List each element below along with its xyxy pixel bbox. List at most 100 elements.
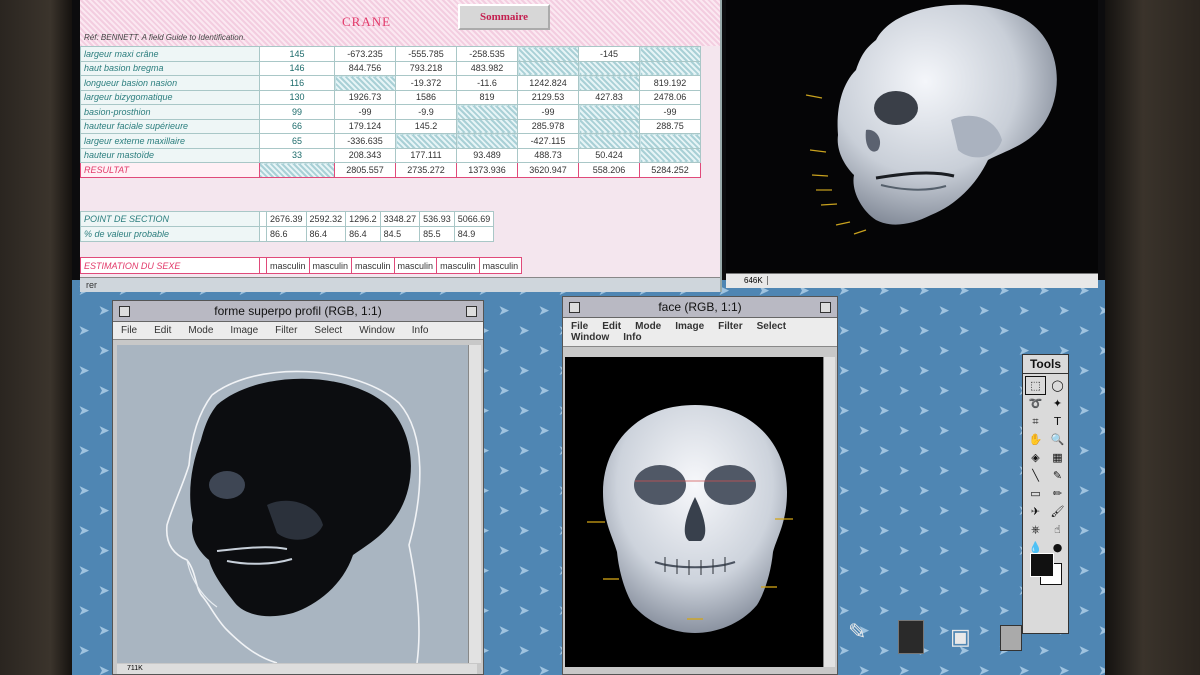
table-cell bbox=[578, 133, 640, 149]
desktop-pattern-fish-icon: ➤ bbox=[98, 303, 110, 319]
desktop-pattern-fish-icon: ➤ bbox=[878, 363, 890, 379]
menu-item-filter[interactable]: Filter bbox=[718, 321, 742, 332]
photoshop-dock-icon[interactable]: ✎ bbox=[848, 620, 866, 645]
camera-dock-icon[interactable]: ▣ bbox=[950, 625, 971, 650]
paintbrush-icon[interactable]: 🖌 bbox=[1048, 503, 1067, 520]
vertical-scrollbar[interactable] bbox=[468, 345, 481, 663]
menu-item-image[interactable]: Image bbox=[230, 325, 258, 336]
tools-palette[interactable]: Tools ⬚ ◯ ➰ ✦ ⌗ T ✋ 🔍 ◈ ▦ ╲ ✎ ▭ ✏ ✈ 🖌 ⎈ ☝ 💧 ● bbox=[1022, 354, 1069, 634]
measurement-value[interactable]: 65 bbox=[259, 133, 335, 149]
magic-wand-icon[interactable]: ✦ bbox=[1048, 395, 1067, 412]
hand-icon[interactable]: ✋ bbox=[1026, 431, 1045, 448]
marquee-ellipse-icon[interactable]: ◯ bbox=[1048, 377, 1067, 394]
menu-item-edit[interactable]: Edit bbox=[154, 325, 171, 336]
lasso-icon[interactable]: ➰ bbox=[1026, 395, 1045, 412]
bucket-icon[interactable]: ◈ bbox=[1026, 449, 1045, 466]
desktop-pattern-fish-icon: ➤ bbox=[78, 443, 90, 459]
measurement-value[interactable]: 146 bbox=[259, 60, 335, 76]
desktop-pattern-fish-icon: ➤ bbox=[978, 463, 990, 479]
table-cell: 93.489 bbox=[456, 147, 518, 163]
profile-superposition-window[interactable]: forme superpo profil (RGB, 1:1) File Edit… bbox=[112, 300, 484, 675]
zoom-box[interactable] bbox=[466, 306, 477, 317]
table-row: largeur maxi crâne 145 -673.235 -555.785 -25… bbox=[80, 46, 701, 62]
desktop-pattern-fish-icon: ➤ bbox=[498, 463, 510, 479]
menu-item-file[interactable]: File bbox=[571, 321, 588, 332]
desktop-pattern-fish-icon: ➤ bbox=[98, 423, 110, 439]
spreadsheet-window[interactable]: CRANE Sommaire Réf: BENNETT. A field Gui… bbox=[80, 0, 722, 292]
desktop-pattern-fish-icon: ➤ bbox=[1098, 343, 1105, 359]
gradient-icon[interactable]: ▦ bbox=[1048, 449, 1067, 466]
table-cell: -336.635 bbox=[334, 133, 396, 149]
smudge-icon[interactable]: ☝ bbox=[1048, 521, 1067, 538]
menu-item-window[interactable]: Window bbox=[571, 332, 609, 343]
measurement-value[interactable]: 99 bbox=[259, 104, 335, 120]
menu-item-info[interactable]: Info bbox=[623, 332, 641, 343]
window-title-bar[interactable]: face (RGB, 1:1) bbox=[563, 297, 837, 318]
menu-item-mode[interactable]: Mode bbox=[188, 325, 213, 336]
menu-item-edit[interactable]: Edit bbox=[602, 321, 621, 332]
desktop-pattern-fish-icon: ➤ bbox=[918, 443, 930, 459]
image-canvas[interactable] bbox=[117, 345, 469, 664]
close-box[interactable] bbox=[569, 302, 580, 313]
menu-item-window[interactable]: Window bbox=[359, 325, 395, 336]
menu-item-file[interactable]: File bbox=[121, 325, 137, 336]
pencil-icon[interactable]: ✏ bbox=[1048, 485, 1067, 502]
table-cell: 145.2 bbox=[395, 118, 457, 134]
skull-face-image bbox=[587, 405, 793, 633]
skull-3d-view[interactable]: 646K bbox=[726, 0, 1098, 288]
sommaire-button[interactable]: Sommaire bbox=[458, 4, 550, 30]
desktop-pattern-fish-icon: ➤ bbox=[538, 383, 550, 399]
measurement-value[interactable]: 33 bbox=[259, 147, 335, 163]
table-cell: 427.83 bbox=[578, 89, 640, 105]
stamp-icon[interactable]: ⎈ bbox=[1026, 521, 1045, 538]
desktop-pattern-fish-icon: ➤ bbox=[978, 503, 990, 519]
desktop-pattern-fish-icon: ➤ bbox=[538, 303, 550, 319]
table-cell: 1242.824 bbox=[517, 75, 579, 91]
desktop-pattern-fish-icon: ➤ bbox=[918, 363, 930, 379]
measurement-value[interactable]: 130 bbox=[259, 89, 335, 105]
desktop-pattern-fish-icon: ➤ bbox=[878, 403, 890, 419]
window-title-bar[interactable]: forme superpo profil (RGB, 1:1) bbox=[113, 301, 483, 322]
marquee-rect-icon[interactable]: ⬚ bbox=[1025, 376, 1046, 395]
menu-item-select[interactable]: Select bbox=[757, 321, 786, 332]
menu-item-image[interactable]: Image bbox=[675, 321, 704, 332]
menu-item-filter[interactable]: Filter bbox=[275, 325, 297, 336]
desktop-pattern-fish-icon: ➤ bbox=[498, 663, 510, 675]
foreground-color-swatch[interactable] bbox=[1030, 553, 1054, 577]
menu-item-select[interactable]: Select bbox=[314, 325, 342, 336]
image-canvas[interactable] bbox=[565, 357, 825, 667]
airbrush-icon[interactable]: ✈ bbox=[1026, 503, 1045, 520]
table-cell: 288.75 bbox=[639, 118, 701, 134]
measurement-value[interactable]: 145 bbox=[259, 46, 335, 62]
desktop-pattern-fish-icon: ➤ bbox=[1098, 423, 1105, 439]
face-window[interactable]: face (RGB, 1:1) File Edit Mode Image Filter S… bbox=[562, 296, 838, 675]
table-row: hauteur faciale supérieure 66 179.124 145.2… bbox=[80, 118, 701, 134]
eyedropper-icon[interactable]: ✎ bbox=[1048, 467, 1067, 484]
desktop-pattern-fish-icon: ➤ bbox=[898, 383, 910, 399]
type-icon[interactable]: T bbox=[1048, 413, 1067, 430]
table-cell: -145 bbox=[578, 46, 640, 62]
menu-item-mode[interactable]: Mode bbox=[635, 321, 661, 332]
trash-dock-icon[interactable] bbox=[1000, 625, 1022, 651]
measurement-value[interactable]: 116 bbox=[259, 75, 335, 91]
zoom-icon[interactable]: 🔍 bbox=[1048, 431, 1067, 448]
desktop-pattern-fish-icon: ➤ bbox=[918, 403, 930, 419]
desktop-pattern-fish-icon: ➤ bbox=[498, 583, 510, 599]
row-label: ESTIMATION DU SEXE bbox=[80, 257, 260, 274]
line-icon[interactable]: ╲ bbox=[1026, 467, 1045, 484]
measurement-value[interactable]: 66 bbox=[259, 118, 335, 134]
table-cell: 1926.73 bbox=[334, 89, 396, 105]
table-cell: masculin bbox=[351, 257, 395, 274]
menu-item-info[interactable]: Info bbox=[412, 325, 429, 336]
file-size: 646K bbox=[740, 276, 768, 285]
desktop-pattern-fish-icon: ➤ bbox=[1038, 323, 1050, 339]
calculator-dock-icon[interactable] bbox=[898, 620, 924, 654]
eraser-icon[interactable]: ▭ bbox=[1026, 485, 1045, 502]
close-box[interactable] bbox=[119, 306, 130, 317]
desktop-pattern-fish-icon: ➤ bbox=[978, 303, 990, 319]
vertical-scrollbar[interactable] bbox=[823, 357, 835, 667]
desktop-pattern-fish-icon: ➤ bbox=[978, 543, 990, 559]
zoom-box[interactable] bbox=[820, 302, 831, 313]
row-label: % de valeur probable bbox=[80, 226, 260, 242]
crop-icon[interactable]: ⌗ bbox=[1026, 413, 1045, 430]
